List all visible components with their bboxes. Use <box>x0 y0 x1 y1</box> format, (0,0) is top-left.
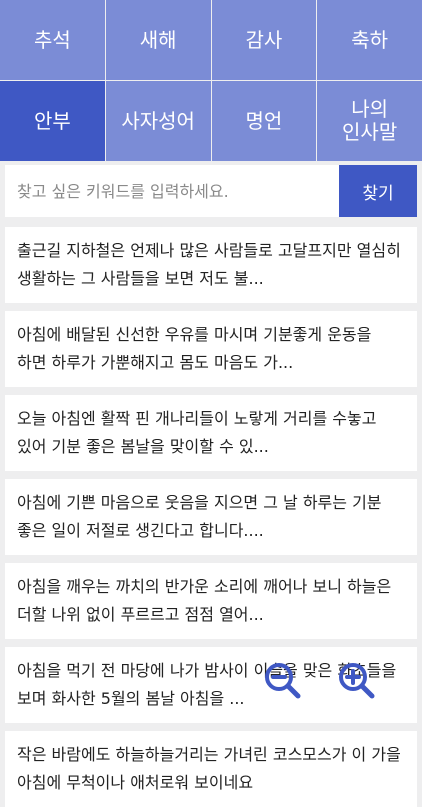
zoom-out-icon <box>265 663 301 699</box>
category-congrats[interactable]: 축하 <box>317 0 422 80</box>
category-quotes[interactable]: 명언 <box>211 81 317 161</box>
message-list: 출근길 지하철은 언제나 많은 사람들로 고달프지만 열심히 생활하는 그 사람… <box>5 227 417 807</box>
list-item[interactable]: 아침에 배달된 신선한 우유를 마시며 기분좋게 운동을 하면 하루가 가뿐해지… <box>5 311 417 387</box>
category-thanks[interactable]: 감사 <box>211 0 317 80</box>
list-item[interactable]: 아침에 기쁜 마음으로 웃음을 지으면 그 날 하루는 기분 좋은 일이 저절로… <box>5 479 417 555</box>
list-item[interactable]: 오늘 아침엔 활짝 핀 개나리들이 노랗게 거리를 수놓고 있어 기분 좋은 봄… <box>5 395 417 471</box>
category-grid: 추석 새해 감사 축하 안부 사자성어 명언 나의 인사말 <box>0 0 422 161</box>
zoom-in-button[interactable] <box>336 660 376 700</box>
zoom-out-button[interactable] <box>262 660 302 700</box>
list-item[interactable]: 출근길 지하철은 언제나 많은 사람들로 고달프지만 열심히 생활하는 그 사람… <box>5 227 417 303</box>
search-input[interactable] <box>5 165 339 217</box>
list-item[interactable]: 작은 바람에도 하늘하늘거리는 가녀린 코스모스가 이 가을 아침에 무척이나 … <box>5 731 417 807</box>
category-my-greetings[interactable]: 나의 인사말 <box>317 81 422 161</box>
category-idioms[interactable]: 사자성어 <box>105 81 211 161</box>
search-bar: 찾기 <box>5 165 417 217</box>
category-new-year[interactable]: 새해 <box>105 0 211 80</box>
search-button[interactable]: 찾기 <box>339 165 417 217</box>
list-item[interactable]: 아침을 깨우는 까치의 반가운 소리에 깨어나 보니 하늘은 더할 나위 없이 … <box>5 563 417 639</box>
category-chuseok[interactable]: 추석 <box>0 0 105 80</box>
zoom-in-icon <box>339 663 375 699</box>
category-greeting[interactable]: 안부 <box>0 81 105 161</box>
